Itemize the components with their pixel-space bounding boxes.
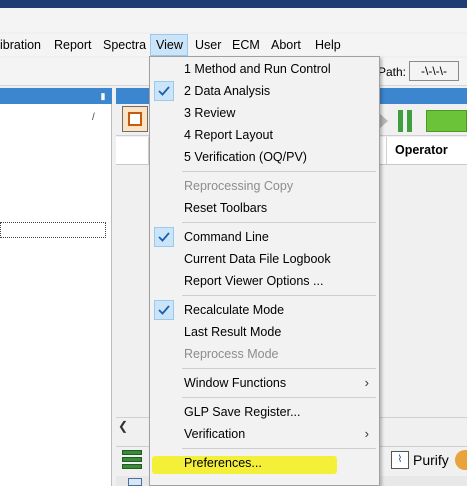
menu-item-glp-save-register[interactable]: GLP Save Register... xyxy=(150,401,379,423)
checkmark-icon xyxy=(154,81,174,101)
path-label: Path: xyxy=(378,65,407,79)
menu-abort[interactable]: Abort xyxy=(271,34,301,56)
column-divider[interactable] xyxy=(386,137,387,165)
left-pane-header xyxy=(0,88,112,104)
pause-icon[interactable] xyxy=(398,110,414,132)
menu-item-reset-toolbars[interactable]: Reset Toolbars xyxy=(150,197,379,219)
layout-icon[interactable] xyxy=(122,106,148,132)
left-pane-marker: / xyxy=(92,112,95,123)
menu-item-current-data-file-logbook[interactable]: Current Data File Logbook xyxy=(150,248,379,270)
menu-view[interactable]: View xyxy=(150,34,188,56)
menu-item-report-layout[interactable]: 4 Report Layout xyxy=(150,124,379,146)
grid-icon[interactable] xyxy=(128,478,142,486)
menu-item-data-analysis[interactable]: 2 Data Analysis xyxy=(150,80,379,102)
submenu-arrow-icon: › xyxy=(364,375,369,390)
menu-item-reprocess-mode: Reprocess Mode xyxy=(184,347,279,361)
menu-calibration[interactable]: ibration xyxy=(0,34,41,56)
menu-ecm[interactable]: ECM xyxy=(232,34,260,56)
menu-item-review[interactable]: 3 Review xyxy=(150,102,379,124)
operator-column-header[interactable]: Operator xyxy=(395,143,448,157)
pin-icon[interactable]: ▮ xyxy=(97,88,109,104)
menu-item-recalculate-mode[interactable]: Recalculate Mode xyxy=(150,299,379,321)
menu-separator xyxy=(182,448,376,449)
menu-help[interactable]: Help xyxy=(315,34,341,56)
menu-user[interactable]: User xyxy=(195,34,221,56)
purify-button[interactable]: Purify xyxy=(413,452,449,468)
checkmark-icon xyxy=(154,227,174,247)
menu-item-preferences[interactable]: Preferences... xyxy=(150,452,379,474)
menu-item-last-result-mode[interactable]: Last Result Mode xyxy=(150,321,379,343)
menu-report[interactable]: Report xyxy=(54,34,92,56)
database-icon[interactable] xyxy=(122,450,142,470)
menu-item-report-viewer-options[interactable]: Report Viewer Options ... xyxy=(150,270,379,292)
menu-spectra[interactable]: Spectra xyxy=(103,34,146,56)
purify-icon[interactable]: ⌇ xyxy=(391,451,409,469)
menu-item-reprocessing-copy: Reprocessing Copy xyxy=(184,179,294,193)
menu-separator xyxy=(182,368,376,369)
window-title-strip xyxy=(0,0,467,8)
menu-bar: ibration Report Spectra View User ECM Ab… xyxy=(0,34,467,56)
menu-separator xyxy=(182,295,376,296)
menu-separator xyxy=(182,397,376,398)
path-field[interactable]: -\-\-\- xyxy=(409,61,459,81)
left-pane xyxy=(0,104,112,486)
menu-item-verification[interactable]: Verification › xyxy=(150,423,379,445)
menu-item-window-functions[interactable]: Window Functions › xyxy=(150,372,379,394)
scroll-left-icon[interactable]: ❮ xyxy=(118,417,132,435)
window-top-area xyxy=(0,8,467,32)
menu-item-method-run-control[interactable]: 1 Method and Run Control xyxy=(150,58,379,80)
submenu-arrow-icon: › xyxy=(364,426,369,441)
menu-separator xyxy=(182,222,376,223)
menu-item-command-line[interactable]: Command Line xyxy=(150,226,379,248)
status-indicator xyxy=(426,110,467,132)
checkmark-icon xyxy=(154,300,174,320)
menu-separator xyxy=(182,171,376,172)
left-pane-selected-row[interactable] xyxy=(0,222,106,238)
menu-item-verification-oq-pv[interactable]: 5 Verification (OQ/PV) xyxy=(150,146,379,168)
